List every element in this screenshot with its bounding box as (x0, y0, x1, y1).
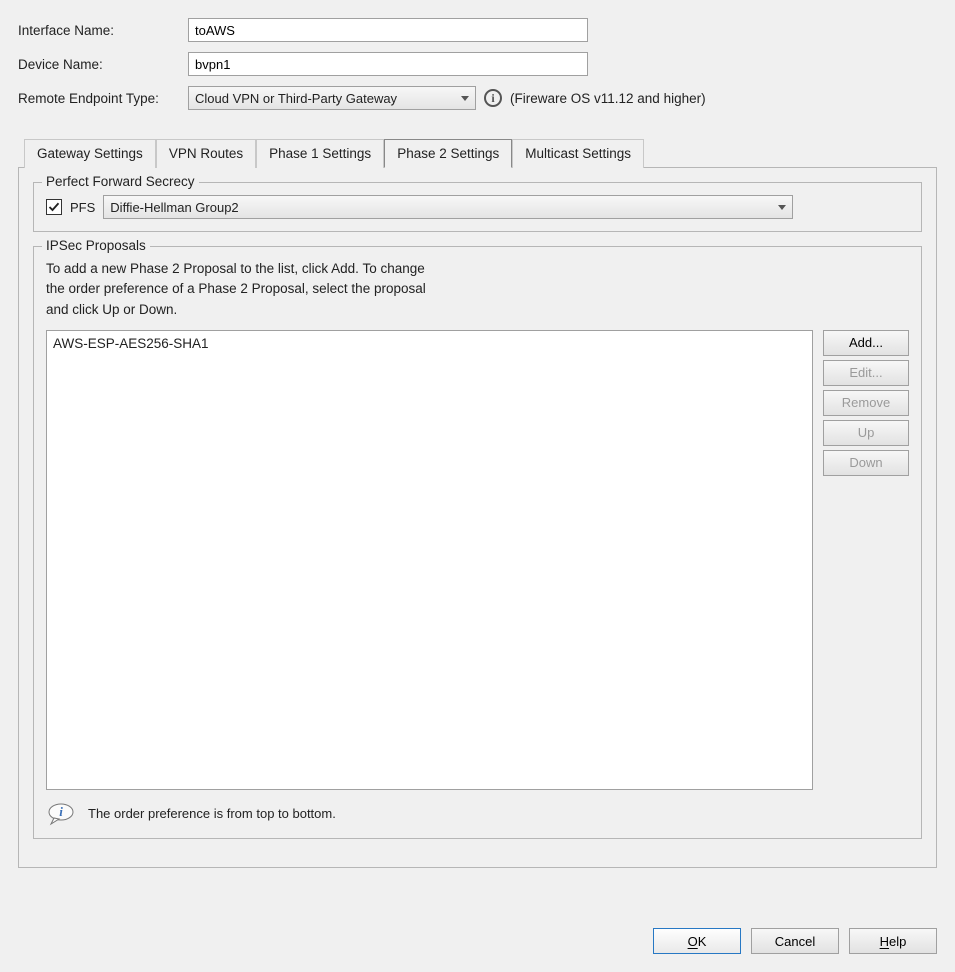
pfs-label: PFS (70, 200, 95, 215)
down-button[interactable]: Down (823, 450, 909, 476)
ipsec-desc-line1: To add a new Phase 2 Proposal to the lis… (46, 259, 909, 279)
pfs-checkbox[interactable] (46, 199, 62, 215)
ipsec-order-note: The order preference is from top to bott… (88, 806, 336, 821)
interface-name-label: Interface Name: (18, 23, 188, 38)
ipsec-description: To add a new Phase 2 Proposal to the lis… (46, 259, 909, 320)
legend-pfs: Perfect Forward Secrecy (42, 174, 199, 189)
remote-endpoint-label: Remote Endpoint Type: (18, 91, 188, 106)
tab-gateway-settings[interactable]: Gateway Settings (24, 139, 156, 168)
up-button[interactable]: Up (823, 420, 909, 446)
tab-phase2-settings[interactable]: Phase 2 Settings (384, 139, 512, 168)
add-button[interactable]: Add... (823, 330, 909, 356)
chevron-down-icon (461, 96, 469, 101)
tab-multicast-settings[interactable]: Multicast Settings (512, 139, 644, 168)
remove-button[interactable]: Remove (823, 390, 909, 416)
interface-name-input[interactable] (188, 18, 588, 42)
remote-endpoint-select[interactable]: Cloud VPN or Third-Party Gateway (188, 86, 476, 110)
chevron-down-icon (778, 205, 786, 210)
remote-endpoint-value: Cloud VPN or Third-Party Gateway (195, 91, 397, 106)
remote-endpoint-hint: (Fireware OS v11.12 and higher) (510, 91, 706, 106)
tab-panel-phase2: Perfect Forward Secrecy PFS Diffie-Hellm… (18, 167, 937, 868)
tab-phase1-settings[interactable]: Phase 1 Settings (256, 139, 384, 168)
ipsec-proposal-list[interactable]: AWS-ESP-AES256-SHA1 (46, 330, 813, 790)
pfs-group-select[interactable]: Diffie-Hellman Group2 (103, 195, 793, 219)
svg-text:i: i (59, 804, 63, 819)
edit-button[interactable]: Edit... (823, 360, 909, 386)
fieldset-ipsec: IPSec Proposals To add a new Phase 2 Pro… (33, 246, 922, 839)
legend-ipsec: IPSec Proposals (42, 238, 150, 253)
info-icon[interactable]: i (484, 89, 502, 107)
info-balloon-icon: i (46, 802, 76, 826)
fieldset-pfs: Perfect Forward Secrecy PFS Diffie-Hellm… (33, 182, 922, 232)
ipsec-desc-line3: and click Up or Down. (46, 300, 909, 320)
ok-button[interactable]: OK (653, 928, 741, 954)
list-item[interactable]: AWS-ESP-AES256-SHA1 (53, 335, 806, 352)
help-button[interactable]: Help (849, 928, 937, 954)
device-name-input[interactable] (188, 52, 588, 76)
pfs-group-value: Diffie-Hellman Group2 (110, 200, 238, 215)
tab-vpn-routes[interactable]: VPN Routes (156, 139, 256, 168)
cancel-button[interactable]: Cancel (751, 928, 839, 954)
device-name-label: Device Name: (18, 57, 188, 72)
ipsec-desc-line2: the order preference of a Phase 2 Propos… (46, 279, 909, 299)
